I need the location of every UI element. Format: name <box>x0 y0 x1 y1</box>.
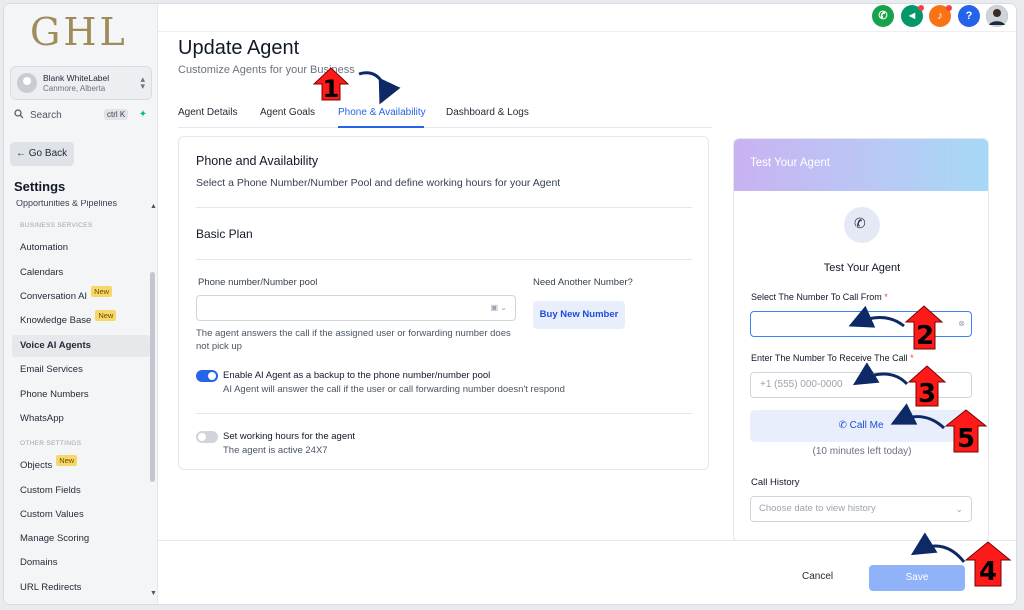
step-4-number: 4 <box>979 557 997 587</box>
tutorial-annotations: 1 2 3 5 4 <box>312 67 1012 587</box>
step-5-number: 5 <box>957 424 975 454</box>
app-window: GHL Blank WhiteLabel Canmore, Alberta ▴ ▾… <box>4 4 1016 604</box>
step-1-number: 1 <box>323 75 340 103</box>
step-1-marker: 1 <box>312 67 401 105</box>
step-4-marker: 4 <box>910 532 1012 587</box>
step-2-marker: 2 <box>848 305 944 351</box>
step-5-marker: 5 <box>890 403 988 454</box>
step-3-marker: 3 <box>852 362 947 409</box>
step-3-number: 3 <box>918 379 936 409</box>
step-2-number: 2 <box>916 321 934 351</box>
